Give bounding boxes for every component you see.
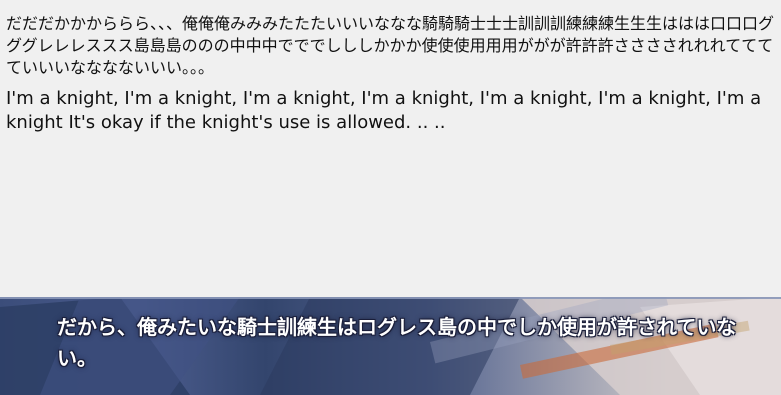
game-window-top-border [0, 297, 781, 299]
english-translation-text: I'm a knight, I'm a knight, I'm a knight… [6, 88, 762, 133]
japanese-transcription-text: だだだかかかららら、、、俺俺俺みみみたたたいいいななな騎騎騎士士士訓訓訓練練練生… [6, 14, 775, 77]
translation-output-panel: だだだかかかららら、、、俺俺俺みみみたたたいいいななな騎騎騎士士士訓訓訓練練練生… [0, 0, 781, 297]
game-dialogue-text: だから、俺みたいな騎士訓練生はログレス島の中でしか使用が許されていない。 [57, 315, 737, 370]
